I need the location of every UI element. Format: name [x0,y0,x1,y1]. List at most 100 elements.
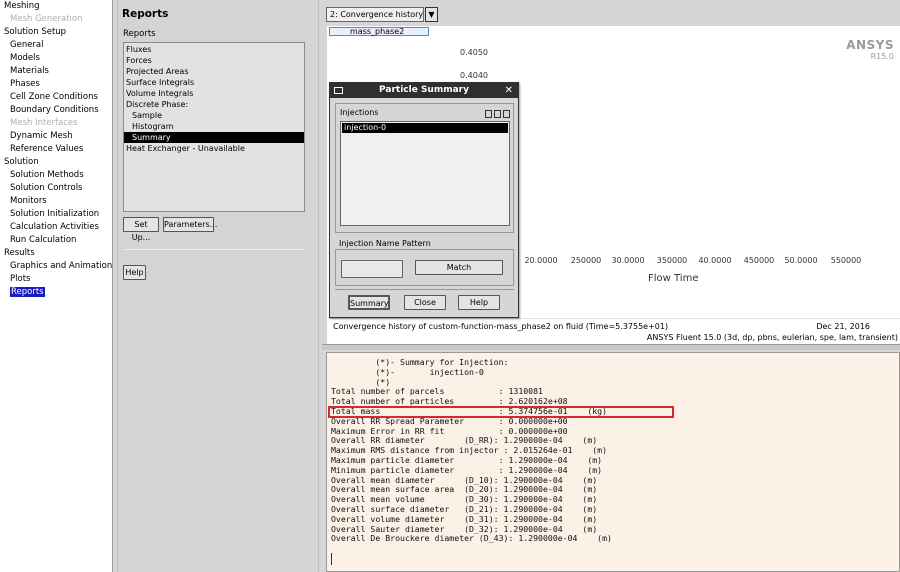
reports-task-page: Reports Reports Fluxes Forces Projected Ar… [117,0,319,572]
tree-item[interactable]: Meshing [0,0,112,13]
console-line: Overall De Brouckere diameter (D_43): 1.… [331,533,612,544]
list-item[interactable]: Discrete Phase: [124,99,304,110]
tree-item-label: Plots [10,274,31,284]
tree-item-label: Results [4,248,35,258]
console-line: (*)- injection-0 [331,366,484,377]
plot-date: Dec 21, 2016 [816,322,870,331]
particle-summary-dialog: Particle Summary ✕ Injections injection-… [329,82,519,318]
tree-item-label: Graphics and Animations [10,261,113,271]
tree-item[interactable]: Reference Values [0,143,112,156]
tree-item[interactable]: Solution Controls [0,182,112,195]
tree-item[interactable]: Reports [0,286,112,299]
tree-item-label: Solution Setup [4,27,67,37]
x-tick: 30.0000 [611,256,645,265]
tree-item-label: Cell Zone Conditions [10,92,98,102]
tree-item[interactable]: Monitors [0,195,112,208]
x-tick: 50.0000 [784,256,818,265]
tree-item-label: Solution Methods [10,170,84,180]
list-item[interactable]: Sample [124,110,304,121]
tree-item[interactable]: Dynamic Mesh [0,130,112,143]
tree-item-label: Solution Initialization [10,209,100,219]
set-up-button[interactable]: Set Up... [123,217,159,242]
x-tick: 350000 [656,256,688,265]
pattern-label: Injection Name Pattern [339,239,431,248]
divider [335,289,514,290]
list-icon[interactable] [503,110,510,118]
dialog-help-button[interactable]: Help [458,295,500,310]
list-item[interactable]: Projected Areas [124,66,304,77]
tree-item[interactable]: General [0,39,112,52]
divider [123,249,305,250]
console-line: Overall Sauter diameter (D_32): 1.290000… [331,523,598,534]
console-output[interactable]: (*)- Summary for Injection: (*)- injecti… [326,352,900,572]
tree-item-label: Mesh Interfaces [10,118,78,128]
close-button[interactable]: Close [404,295,446,310]
list-tools [485,110,510,118]
brand-version: R15.0 [870,52,894,61]
ansys-logo: ANSYS R15.0 [846,38,894,61]
tree-item[interactable]: Phases [0,78,112,91]
list-item[interactable]: injection-0 [342,123,508,133]
console-line: Overall mean surface area (D_20): 1.2900… [331,484,598,495]
x-axis-label: Flow Time [648,273,699,284]
reports-list-label: Reports [123,29,156,39]
pane-splitter[interactable] [322,344,900,350]
select-all-icon[interactable] [485,110,492,118]
console-line: Total mass : 5.374756e-01 (kg) [331,406,608,416]
list-item[interactable]: Volume Integrals [124,88,304,99]
legend-mass-phase2: mass_phase2 [329,27,429,36]
tree-item-label: Models [10,53,40,63]
console-line: (*)- Summary for Injection: [331,357,509,367]
list-item[interactable]: Surface Integrals [124,77,304,88]
deselect-all-icon[interactable] [494,110,501,118]
parameters-button[interactable]: Parameters... [163,217,217,232]
summary-button[interactable]: Summary [348,295,390,310]
tree-item-label: Reference Values [10,144,84,154]
injections-label: Injections [340,108,379,117]
list-item[interactable]: Fluxes [124,44,304,55]
graphics-window-select[interactable]: 2: Convergence history o [326,7,424,22]
tree-item[interactable]: Solution [0,156,112,169]
close-icon[interactable]: ✕ [505,83,513,98]
tree-item-label: Phases [10,79,40,89]
legend-label: mass_phase2 [350,27,405,36]
list-item[interactable]: Forces [124,55,304,66]
tree-item[interactable]: Plots [0,273,112,286]
injections-list[interactable]: injection-0 [340,121,510,226]
pattern-input[interactable] [341,260,403,278]
tree-item[interactable]: Calculation Activities [0,221,112,234]
reports-list[interactable]: Fluxes Forces Projected Areas Surface Integ… [123,42,305,212]
graphics-caption-bar: Convergence history of custom-function-m… [327,318,900,344]
tree-item[interactable]: Solution Initialization [0,208,112,221]
console-line: Maximum RMS distance from injector : 2.0… [331,445,608,456]
x-tick: 250000 [570,256,602,265]
tree-item[interactable]: Graphics and Animations [0,260,112,273]
list-item[interactable]: Summary [124,132,304,143]
console-line: Overall RR diameter (D_RR): 1.290000e-04… [331,435,598,446]
tree-item-label: Run Calculation [10,235,77,245]
match-button[interactable]: Match [415,260,503,275]
tree-item-label: Calculation Activities [10,222,99,232]
tree-item[interactable]: Results [0,247,112,260]
y-tick: 0.4040 [460,71,488,80]
tree-item[interactable]: Materials [0,65,112,78]
tree-item[interactable]: Mesh Interfaces [0,117,112,130]
console-line: Minimum particle diameter : 1.290000e-04… [331,464,603,475]
tree-item[interactable]: Solution Methods [0,169,112,182]
tree-item[interactable]: Mesh Generation [0,13,112,26]
tree-item[interactable]: Models [0,52,112,65]
tree-item[interactable]: Cell Zone Conditions [0,91,112,104]
tree-item-label: Dynamic Mesh [10,131,73,141]
tree-item-label: Solution Controls [10,183,83,193]
dialog-titlebar[interactable]: Particle Summary ✕ [330,83,518,98]
chevron-down-icon[interactable]: ▼ [425,7,438,22]
tree-item-label: Boundary Conditions [10,105,99,115]
list-item[interactable]: Heat Exchanger - Unavailable [124,143,304,154]
console-line: Maximum particle diameter : 1.290000e-04… [331,455,603,465]
console-line: Overall mean diameter (D_10): 1.290000e-… [331,474,598,485]
help-button[interactable]: Help [123,265,146,280]
tree-item[interactable]: Run Calculation [0,234,112,247]
tree-item[interactable]: Boundary Conditions [0,104,112,117]
tree-item[interactable]: Solution Setup [0,26,112,39]
list-item[interactable]: Histogram [124,121,304,132]
